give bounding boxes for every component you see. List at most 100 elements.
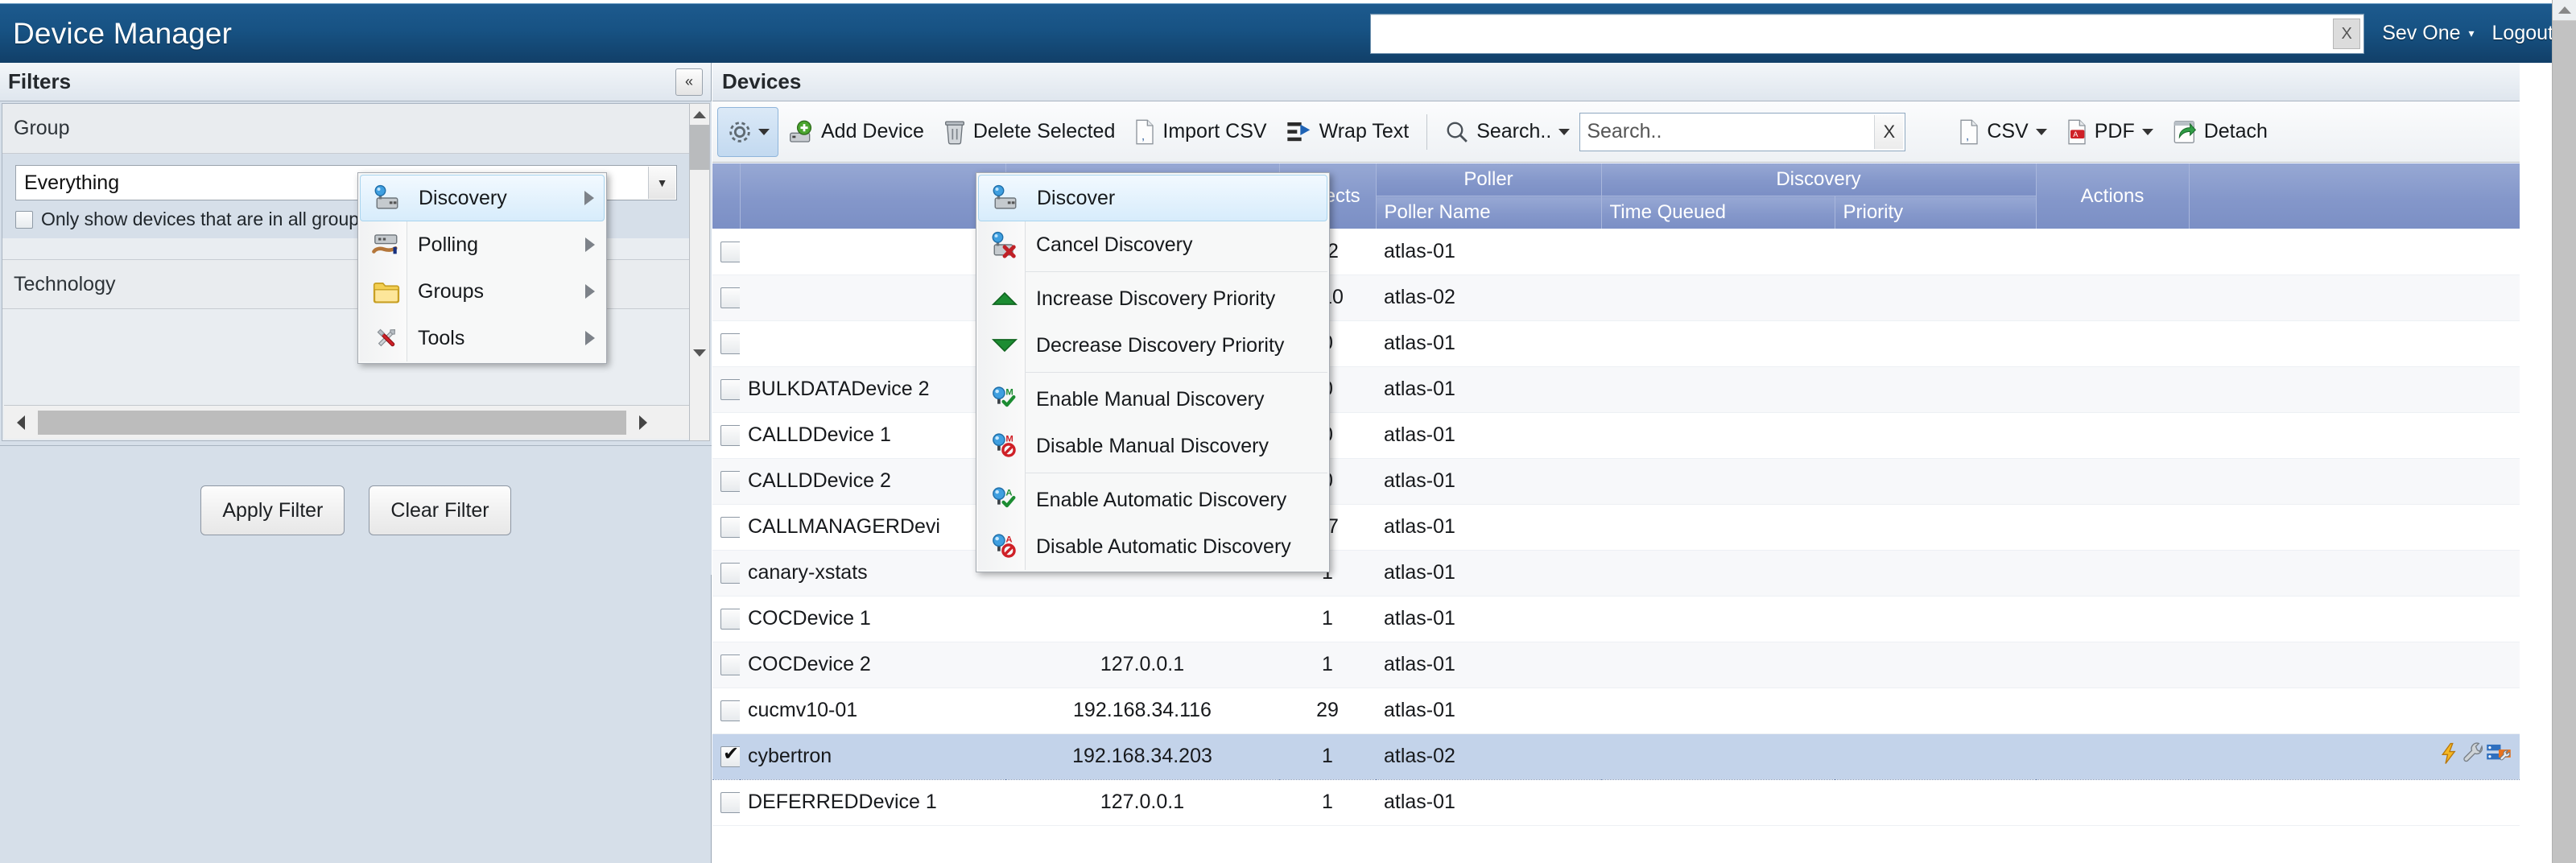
cell-actions[interactable] bbox=[2036, 320, 2520, 367]
cell-actions[interactable] bbox=[2036, 550, 2520, 597]
delete-selected-button[interactable]: Delete Selected bbox=[934, 108, 1125, 156]
menu-item-groups[interactable]: Groups bbox=[360, 268, 605, 315]
row-checkbox-cell[interactable] bbox=[712, 275, 740, 321]
row-checkbox[interactable] bbox=[720, 471, 740, 493]
row-checkbox[interactable] bbox=[720, 654, 740, 676]
cell-device-name[interactable]: CALLDDevice 2 bbox=[740, 458, 1005, 505]
chevron-down-icon[interactable] bbox=[2035, 128, 2047, 135]
devices-search-field[interactable]: X bbox=[1579, 112, 1906, 151]
menu-item-increase-discovery-priority[interactable]: Increase Discovery Priority bbox=[978, 275, 1327, 322]
user-menu-label[interactable]: Sev One bbox=[2382, 22, 2460, 45]
chevron-down-icon[interactable]: ▼ bbox=[648, 167, 675, 199]
chevron-down-icon[interactable] bbox=[758, 128, 770, 135]
row-checkbox[interactable] bbox=[720, 425, 740, 447]
filters-hscroll-thumb[interactable] bbox=[38, 410, 626, 435]
apply-filter-button[interactable]: Apply Filter bbox=[200, 485, 345, 535]
row-checkbox-cell[interactable] bbox=[712, 458, 740, 505]
row-checkbox-cell[interactable] bbox=[712, 596, 740, 642]
scroll-up-icon[interactable] bbox=[690, 104, 709, 125]
detach-button[interactable]: Detach bbox=[2163, 108, 2277, 156]
table-row[interactable]: cucmv10-01 192.168.34.116 29 atlas-01 bbox=[712, 688, 2520, 734]
window-vertical-scrollbar[interactable] bbox=[2552, 0, 2576, 863]
chevron-down-icon[interactable] bbox=[2141, 128, 2153, 135]
row-checkbox-cell[interactable] bbox=[712, 642, 740, 688]
cell-device-name[interactable] bbox=[740, 320, 1005, 367]
scroll-up-icon[interactable] bbox=[2553, 0, 2576, 21]
cell-actions[interactable] bbox=[2036, 458, 2520, 505]
chevron-down-icon[interactable]: ▾ bbox=[2469, 27, 2475, 40]
cell-actions[interactable] bbox=[2036, 366, 2520, 413]
row-checkbox[interactable] bbox=[720, 287, 740, 309]
menu-item-enable-manual-discovery[interactable]: M Enable Manual Discovery bbox=[978, 376, 1327, 423]
chevron-down-icon[interactable] bbox=[1558, 128, 1571, 135]
row-checkbox-cell[interactable] bbox=[712, 779, 740, 826]
import-csv-button[interactable]: , Import CSV bbox=[1125, 108, 1276, 156]
table-row[interactable]: COCDevice 1 1 atlas-01 bbox=[712, 596, 2520, 642]
row-checkbox[interactable] bbox=[720, 242, 740, 263]
row-checkbox[interactable] bbox=[720, 792, 740, 814]
filters-vertical-scrollbar[interactable] bbox=[689, 103, 710, 441]
th-device-name[interactable] bbox=[740, 163, 1006, 229]
menu-item-disable-manual-discovery[interactable]: M Disable Manual Discovery bbox=[978, 423, 1327, 469]
th-priority[interactable]: Priority bbox=[1835, 196, 2037, 229]
row-checkbox-cell[interactable] bbox=[712, 550, 740, 597]
row-checkbox-cell[interactable] bbox=[712, 366, 740, 413]
th-poller-name[interactable]: Poller Name bbox=[1376, 196, 1602, 229]
row-checkbox[interactable] bbox=[720, 379, 740, 401]
cell-actions[interactable] bbox=[2036, 275, 2520, 321]
row-checkbox[interactable] bbox=[720, 742, 740, 768]
row-checkbox[interactable] bbox=[720, 700, 740, 722]
gear-menu-button[interactable] bbox=[717, 106, 778, 157]
cell-device-name[interactable]: CALLDDevice 1 bbox=[740, 412, 1005, 459]
table-row[interactable]: DEFERREDDevice 1 127.0.0.1 1 atlas-01 bbox=[712, 779, 2520, 826]
menu-item-tools[interactable]: Tools bbox=[360, 315, 605, 361]
logout-link[interactable]: Logout bbox=[2492, 22, 2553, 45]
cell-device-name[interactable]: COCDevice 1 bbox=[740, 596, 1005, 642]
row-checkbox-cell[interactable] bbox=[712, 504, 740, 551]
global-search[interactable]: X bbox=[1370, 13, 2365, 54]
row-checkbox-cell[interactable] bbox=[712, 688, 740, 734]
scroll-left-icon[interactable] bbox=[4, 407, 38, 439]
row-checkbox-cell[interactable] bbox=[712, 320, 740, 367]
filters-vscroll-thumb[interactable] bbox=[690, 125, 709, 170]
cell-actions[interactable] bbox=[2036, 642, 2520, 688]
filters-horizontal-scrollbar[interactable] bbox=[4, 405, 700, 439]
menu-item-decrease-discovery-priority[interactable]: Decrease Discovery Priority bbox=[978, 322, 1327, 369]
row-checkbox-cell[interactable] bbox=[712, 412, 740, 459]
table-row[interactable]: COCDevice 2 127.0.0.1 1 atlas-01 bbox=[712, 642, 2520, 688]
menu-item-polling[interactable]: Polling bbox=[360, 221, 605, 268]
row-checkbox[interactable] bbox=[720, 333, 740, 355]
search-menu-button[interactable]: Search.. bbox=[1435, 108, 1579, 156]
row-checkbox[interactable] bbox=[720, 563, 740, 584]
only-all-groups-checkbox[interactable] bbox=[15, 210, 33, 229]
menu-item-disable-automatic-discovery[interactable]: A Disable Automatic Discovery bbox=[978, 523, 1327, 570]
row-checkbox[interactable] bbox=[720, 517, 740, 539]
row-checkbox-cell[interactable] bbox=[712, 229, 740, 275]
cell-device-name[interactable]: DEFERREDDevice 1 bbox=[740, 779, 1005, 826]
cell-device-name[interactable]: canary-xstats bbox=[740, 550, 1005, 597]
cell-actions[interactable] bbox=[2036, 412, 2520, 459]
scroll-right-icon[interactable] bbox=[626, 407, 660, 439]
global-search-clear-icon[interactable]: X bbox=[2333, 18, 2361, 49]
discovery-submenu[interactable]: Discover Cancel Discovery Increase Disco… bbox=[976, 172, 1330, 572]
export-pdf-button[interactable]: A PDF bbox=[2057, 108, 2163, 156]
menu-item-cancel-discovery[interactable]: Cancel Discovery bbox=[978, 221, 1327, 268]
collapse-left-icon[interactable]: « bbox=[675, 68, 703, 96]
cell-device-name[interactable]: COCDevice 2 bbox=[740, 642, 1005, 688]
cell-device-name[interactable]: CALLMANAGERDevi bbox=[740, 504, 1005, 551]
row-checkbox-cell[interactable] bbox=[712, 733, 740, 780]
cell-device-name[interactable] bbox=[740, 275, 1005, 321]
gear-menu-primary[interactable]: Discovery Polling Groups Tools bbox=[357, 172, 607, 364]
wrap-text-button[interactable]: Wrap Text bbox=[1277, 108, 1419, 156]
cell-device-name[interactable]: cybertron bbox=[740, 733, 1005, 780]
cell-actions[interactable] bbox=[2036, 504, 2520, 551]
cell-actions[interactable] bbox=[2036, 688, 2520, 734]
export-csv-button[interactable]: , CSV bbox=[1949, 108, 2056, 156]
clear-filter-button[interactable]: Clear Filter bbox=[369, 485, 511, 535]
menu-item-enable-automatic-discovery[interactable]: A Enable Automatic Discovery bbox=[978, 477, 1327, 523]
clear-search-icon[interactable]: X bbox=[1874, 114, 1904, 149]
cell-actions[interactable] bbox=[2036, 779, 2520, 826]
cell-actions[interactable] bbox=[2036, 733, 2520, 780]
th-select-all[interactable] bbox=[712, 163, 741, 229]
cell-device-name[interactable]: cucmv10-01 bbox=[740, 688, 1005, 734]
